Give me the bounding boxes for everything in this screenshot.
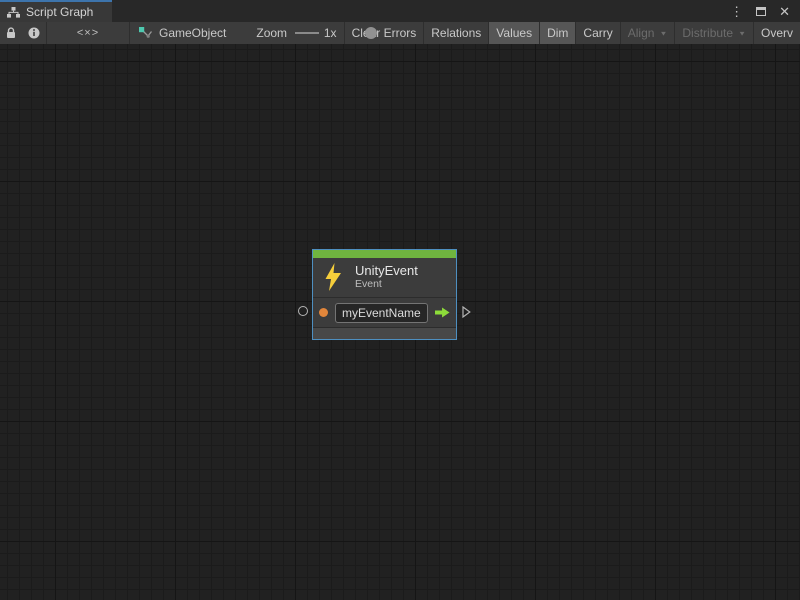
distribute-dropdown-button[interactable]: Distribute ▼ <box>675 22 753 44</box>
tab-title: Script Graph <box>26 5 93 19</box>
node-header[interactable]: UnityEvent Event <box>313 258 456 297</box>
tab-script-graph[interactable]: Script Graph <box>0 0 112 22</box>
overview-button[interactable]: Overv <box>754 22 800 44</box>
align-label: Align <box>628 26 655 40</box>
zoom-value: 1x <box>324 26 337 40</box>
tab-bar: Script Graph ⋮ ✕ <box>0 0 800 22</box>
node-body <box>313 298 456 327</box>
graph-hierarchy-icon <box>7 7 20 18</box>
node-titles: UnityEvent Event <box>355 263 418 291</box>
lock-icon <box>6 27 16 39</box>
dim-toggle-button[interactable]: Dim <box>540 22 575 44</box>
info-icon <box>28 27 40 39</box>
window-menu-icon[interactable]: ⋮ <box>730 5 743 18</box>
align-dropdown-button[interactable]: Align ▼ <box>621 22 675 44</box>
trigger-output-port[interactable] <box>462 306 471 318</box>
graph-target[interactable]: GameObject <box>130 26 234 40</box>
lock-button[interactable] <box>0 22 22 44</box>
trigger-input-port[interactable] <box>298 306 308 316</box>
code-view-toggle-button[interactable]: <×> <box>47 22 129 44</box>
chevron-down-icon: ▼ <box>738 29 746 36</box>
distribute-label: Distribute <box>682 26 733 40</box>
node-subtitle: Event <box>355 278 418 291</box>
graph-canvas[interactable]: UnityEvent Event <box>0 44 800 600</box>
zoom-slider[interactable] <box>295 27 319 39</box>
event-name-value-port[interactable] <box>319 308 328 317</box>
info-button[interactable] <box>22 22 46 44</box>
maximize-icon[interactable] <box>756 7 766 16</box>
values-toggle-button[interactable]: Values <box>489 22 539 44</box>
zoom-label: Zoom <box>256 26 287 40</box>
unity-event-node[interactable]: UnityEvent Event <box>312 249 457 340</box>
chevron-down-icon: ▼ <box>659 29 667 36</box>
window-controls: ⋮ ✕ <box>730 0 800 22</box>
event-name-input[interactable] <box>335 303 428 323</box>
graph-target-label: GameObject <box>159 26 226 40</box>
flow-arrow-icon <box>435 306 450 319</box>
node-footer <box>313 328 456 339</box>
close-icon[interactable]: ✕ <box>779 5 790 18</box>
graph-toolbar: <×> GameObject Zoom 1x Clear Errors Rela… <box>0 22 800 44</box>
script-graph-window: Script Graph ⋮ ✕ <×> <box>0 0 800 600</box>
node-title: UnityEvent <box>355 263 418 278</box>
zoom-slider-handle[interactable] <box>365 27 377 39</box>
clear-errors-button[interactable]: Clear Errors <box>345 22 424 44</box>
script-graph-asset-icon <box>139 27 152 39</box>
relations-button[interactable]: Relations <box>424 22 488 44</box>
lightning-bolt-icon <box>324 263 342 291</box>
carry-button[interactable]: Carry <box>576 22 619 44</box>
zoom-slider-track <box>295 32 319 34</box>
node-accent-bar <box>313 250 456 258</box>
